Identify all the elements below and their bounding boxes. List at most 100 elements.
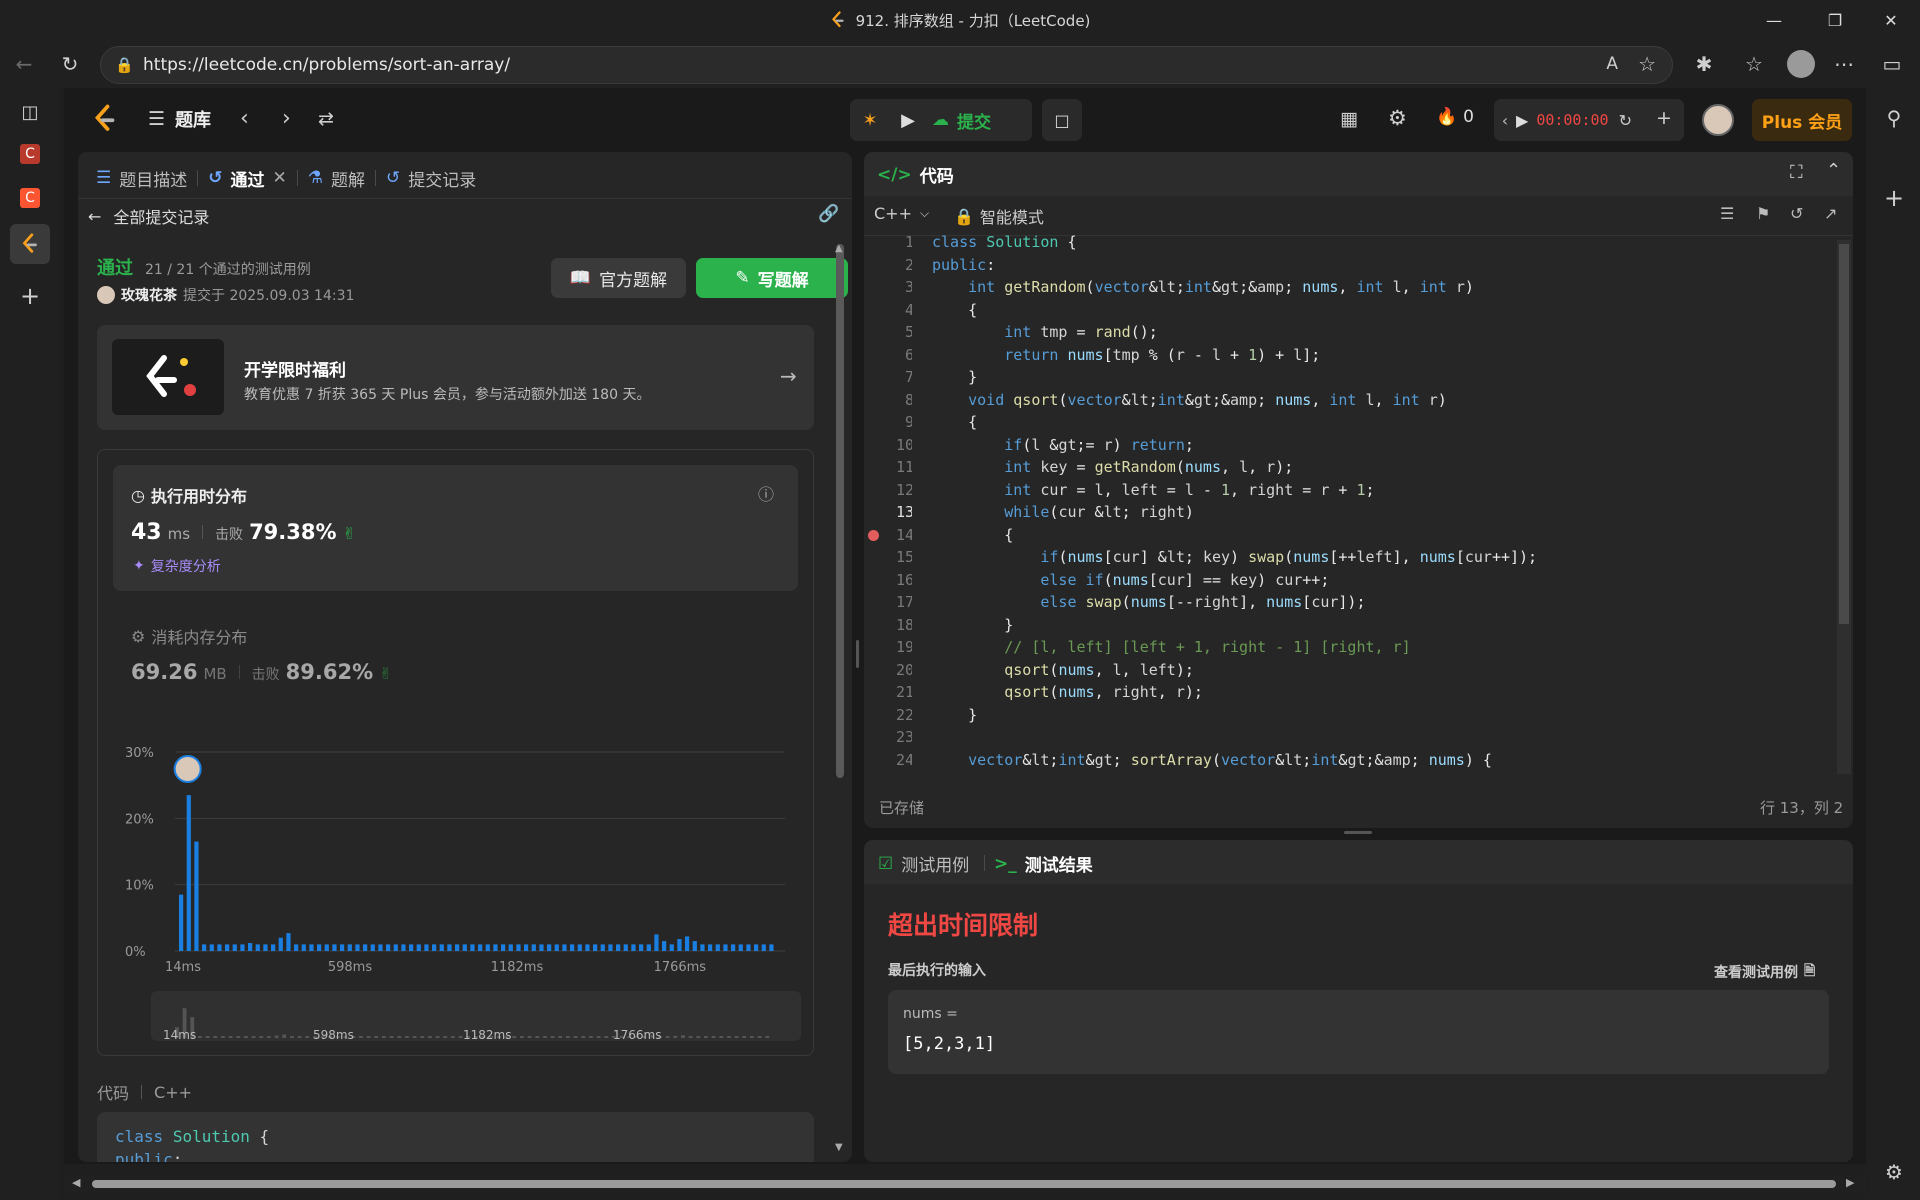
tab-actions-icon[interactable]: ◫ <box>10 92 50 132</box>
extensions-icon[interactable]: ✱ <box>1686 46 1722 82</box>
notes-icon[interactable]: □ <box>1042 99 1082 141</box>
editor-scrollbar-thumb[interactable] <box>1839 244 1849 624</box>
chevron-down-icon: ⌵ <box>919 206 930 220</box>
run-icon[interactable]: ▶ <box>890 110 926 131</box>
view-testcase-link[interactable]: 查看测试用例 🗎 <box>1714 960 1815 984</box>
reset-code-icon[interactable]: ↺ <box>1790 204 1803 223</box>
line-number[interactable]: 18 <box>864 614 912 637</box>
problem-list-button[interactable]: ☰ 题库 <box>148 106 211 132</box>
timer-reset-icon[interactable]: ↻ <box>1619 111 1632 130</box>
resize-handle[interactable] <box>1344 831 1372 834</box>
complexity-analysis-link[interactable]: ✦ 复杂度分析 <box>133 556 221 576</box>
tab-leetcode[interactable] <box>10 224 50 264</box>
user-avatar[interactable] <box>1702 104 1734 136</box>
next-problem-icon[interactable]: › <box>282 106 291 131</box>
submitter-name[interactable]: 玫瑰花茶 <box>121 285 177 305</box>
line-number[interactable]: 14 <box>864 524 912 547</box>
restore-icon[interactable]: ❐ <box>1812 0 1858 40</box>
smart-mode[interactable]: 🔒 智能模式 <box>954 204 1044 228</box>
line-number[interactable]: 21 <box>864 681 912 704</box>
profile-avatar[interactable] <box>1787 50 1815 78</box>
timer-play-icon[interactable]: ▶ <box>1516 111 1528 130</box>
prev-problem-icon[interactable]: ‹ <box>240 106 249 131</box>
info-icon[interactable]: ⓘ <box>758 481 774 505</box>
line-number[interactable]: 1 <box>864 231 912 254</box>
layout-icon[interactable]: ▦ <box>1340 108 1358 130</box>
leetcode-home-icon[interactable] <box>92 104 118 134</box>
favorites-icon[interactable]: ☆ <box>1736 46 1772 82</box>
streak-counter[interactable]: 🔥 0 <box>1436 107 1474 127</box>
expand-icon[interactable]: ↗ <box>1824 204 1837 223</box>
line-number[interactable]: 9 <box>864 411 912 434</box>
tab-description[interactable]: ☰ 题目描述 <box>86 166 197 191</box>
code-editor[interactable]: class Solution {public: int getRandom(ve… <box>932 231 1832 771</box>
line-number[interactable]: 8 <box>864 389 912 412</box>
line-number[interactable]: 23 <box>864 726 912 749</box>
format-icon[interactable]: ☰ <box>1720 204 1734 223</box>
tab-submissions[interactable]: ↺ 提交记录 <box>376 166 486 191</box>
write-solution-button[interactable]: ✎ 写题解 <box>696 258 848 298</box>
line-number[interactable]: 2 <box>864 254 912 277</box>
line-number[interactable]: 6 <box>864 344 912 367</box>
tab-csdn-1[interactable]: C <box>10 134 50 174</box>
refresh-icon[interactable]: ↻ <box>52 46 88 82</box>
close-icon[interactable]: ✕ <box>1868 0 1914 40</box>
minimize-icon[interactable]: — <box>1751 0 1797 40</box>
official-solution-button[interactable]: 📖 官方题解 <box>551 258 686 298</box>
more-icon[interactable]: ⋯ <box>1826 46 1862 82</box>
back-to-submissions[interactable]: ← 全部提交记录 <box>88 204 209 228</box>
random-problem-icon[interactable]: ⇄ <box>318 108 334 130</box>
tab-solutions[interactable]: ⚗ 题解 <box>298 166 375 191</box>
share-link-icon[interactable]: 🔗 <box>818 204 839 224</box>
back-icon[interactable]: ← <box>6 46 42 82</box>
bookmark-icon[interactable]: ⚑ <box>1756 204 1770 223</box>
address-bar[interactable]: 🔒 https://leetcode.cn/problems/sort-an-a… <box>100 46 1673 84</box>
debug-icon[interactable]: ✶ <box>850 110 890 131</box>
submit-button[interactable]: ☁ 提交 <box>932 108 991 133</box>
line-number[interactable]: 10 <box>864 434 912 457</box>
vertical-resize-handle[interactable] <box>856 640 859 668</box>
breakpoint-icon[interactable] <box>868 529 879 541</box>
line-number[interactable]: 11 <box>864 456 912 479</box>
settings-gear-icon[interactable]: ⚙ <box>1388 106 1407 130</box>
line-number[interactable]: 20 <box>864 659 912 682</box>
add-friend-icon[interactable]: + <box>1656 107 1672 129</box>
scroll-left-icon[interactable]: ◀ <box>72 1176 80 1189</box>
sidebar-settings-icon[interactable]: ⚙ <box>1876 1154 1912 1190</box>
tab-close-icon[interactable]: ✕ <box>273 168 287 188</box>
line-number[interactable]: 7 <box>864 366 912 389</box>
horizontal-scroll-thumb[interactable] <box>92 1180 1836 1188</box>
line-number[interactable]: 22 <box>864 704 912 727</box>
line-number[interactable]: 19 <box>864 636 912 659</box>
scroll-right-icon[interactable]: ▶ <box>1846 1176 1854 1189</box>
line-number[interactable]: 15 <box>864 546 912 569</box>
line-number[interactable]: 3 <box>864 276 912 299</box>
line-number[interactable]: 17 <box>864 591 912 614</box>
runtime-distribution-chart[interactable]: 30% 20% 10% 0% 14ms 598ms 1182ms 1766ms 14ms 598m… <box>113 735 803 1045</box>
read-aloud-icon[interactable]: A <box>1606 54 1618 74</box>
fullscreen-icon[interactable]: ⛶ <box>1790 162 1803 183</box>
memory-header[interactable]: ⚙ 消耗内存分布 <box>131 624 247 648</box>
favorite-star-icon[interactable]: ☆ <box>1638 52 1656 76</box>
scroll-up-icon[interactable]: ▲ <box>835 243 843 254</box>
tab-accepted[interactable]: ↺ 通过 ✕ <box>198 166 297 191</box>
line-number[interactable]: 24 <box>864 749 912 772</box>
tab-testcases[interactable]: ☑ 测试用例 <box>878 851 969 877</box>
line-number[interactable]: 12 <box>864 479 912 502</box>
line-number[interactable]: 13 <box>864 501 912 524</box>
sidebar-search-icon[interactable]: ⚲ <box>1876 100 1912 136</box>
left-scrollbar-thumb[interactable] <box>836 244 844 778</box>
tab-csdn-2[interactable]: C <box>10 178 50 218</box>
sidebar-add-icon[interactable]: + <box>1876 180 1912 216</box>
line-number[interactable]: 4 <box>864 299 912 322</box>
new-tab-icon[interactable]: + <box>10 276 50 316</box>
plus-member-button[interactable]: Plus 会员 <box>1752 99 1852 141</box>
line-number[interactable]: 16 <box>864 569 912 592</box>
sidebar-toggle-icon[interactable]: ▭ <box>1874 46 1910 82</box>
scroll-down-icon[interactable]: ▼ <box>835 1142 843 1153</box>
collapse-icon[interactable]: ⌃ <box>1826 160 1841 181</box>
language-select[interactable]: C++ ⌵ <box>874 204 929 223</box>
line-number[interactable]: 5 <box>864 321 912 344</box>
timer-collapse-icon[interactable]: ‹ <box>1494 111 1516 130</box>
tab-testresult[interactable]: >_ 测试结果 <box>994 851 1093 877</box>
